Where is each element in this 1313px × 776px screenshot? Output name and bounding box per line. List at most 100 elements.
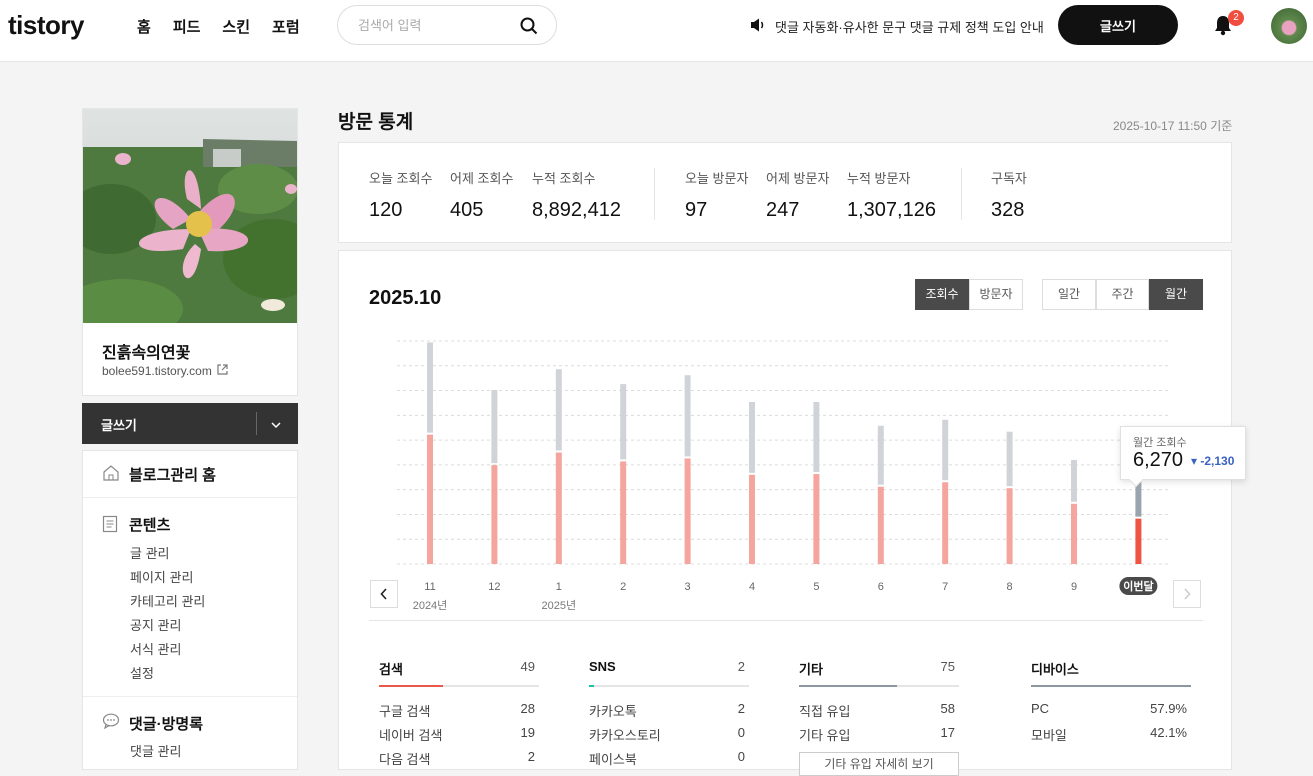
referrer-row-label: 카카오스토리 [589,728,661,743]
referrer-row: 페이스북 0 [589,749,749,769]
referrer-header: 디바이스 [1031,659,1191,683]
referrer-row-label: 직접 유입 [799,704,851,719]
notice-text: 댓글 자동화·유사한 문구 댓글 규제 정책 도입 안내 [775,20,1044,35]
referrer-title: 검색 [379,662,403,677]
stat-value: 120 [369,199,403,221]
chart-bar-visitors [427,434,433,564]
nav-feed[interactable]: 피드 [173,16,201,37]
referrer-count: 49 [520,659,535,674]
external-link-icon [217,364,228,378]
referrer-row-label: 구글 검색 [379,704,431,719]
referrer-row-value: 0 [737,725,745,740]
sidebar-item-settings[interactable]: 설정 [130,663,154,682]
speech-bubble-icon [102,713,120,732]
chart-bar-visitors [1006,488,1013,564]
sidebar-item-category-manage[interactable]: 카테고리 관리 [130,591,205,610]
reference-time: 2025-10-17 11:50 기준 [1113,119,1233,133]
referrer-bar-fill [379,685,443,687]
tooltip-label: 월간 조회수 [1133,437,1187,449]
divider [83,696,297,697]
global-nav: 홈 피드 스킨 포럼 [137,16,300,37]
x-tick-label: 8 [1007,581,1013,593]
blog-url-text: bolee591.tistory.com [102,364,212,378]
notice-banner[interactable]: 댓글 자동화·유사한 문구 댓글 규제 정책 도입 안내 [750,17,1044,36]
stat-label: 어제 방문자 [766,171,830,186]
search-box [337,5,557,45]
home-icon [102,464,120,485]
nav-home[interactable]: 홈 [137,16,151,37]
sidebar-item-blog-home[interactable]: 블로그관리 홈 [129,464,216,485]
x-tick-label: 2 [620,581,626,593]
divider [369,620,1203,621]
referrer-row-label: 네이버 검색 [379,728,443,743]
nav-forum[interactable]: 포럼 [272,16,300,37]
stat-total-views: 누적 조회수 8,892,412 [532,168,621,222]
x-tick-label: 5 [813,581,819,593]
sidebar-item-notice-manage[interactable]: 공지 관리 [130,615,181,634]
chart-prev-button[interactable] [370,580,398,608]
sidebar-write-button[interactable]: 글쓰기 [82,403,298,444]
chart-bar-views [427,342,433,433]
nav-skin[interactable]: 스킨 [222,16,250,37]
stat-subscribers: 구독자 328 [991,168,1027,222]
referrer-row-label: 모바일 [1031,728,1067,743]
chart-bar-views [684,375,691,457]
sidebar-item-post-manage[interactable]: 글 관리 [130,543,170,562]
sidebar-item-template-manage[interactable]: 서식 관리 [130,639,181,658]
referrer-row-value: 2 [527,749,535,764]
blog-profile-image[interactable] [83,109,297,323]
sidebar-item-contents[interactable]: 콘텐츠 [129,514,170,535]
search-icon[interactable] [520,17,538,38]
chevron-left-icon [380,588,387,600]
user-avatar[interactable] [1271,8,1307,44]
referrer-row-label: 기타 유입 [799,728,851,743]
blog-url-link[interactable]: bolee591.tistory.com [102,364,228,378]
blog-profile-card: 진흙속의연꽃 bolee591.tistory.com [82,108,298,396]
blog-name[interactable]: 진흙속의연꽃 [102,339,190,363]
referrer-header: 검색 49 [379,659,539,683]
search-input[interactable] [358,15,518,35]
referrer-title: 기타 [799,662,823,677]
x-tick-label: 6 [878,581,884,593]
referrer-row-value: 0 [737,749,745,764]
referrer-row-value: 58 [940,701,955,716]
referrer-title: 디바이스 [1031,662,1079,677]
speaker-icon [750,18,767,35]
stat-label: 누적 조회수 [532,171,596,186]
chart-bar-views [620,384,627,460]
chart-bar-visitors [491,465,498,564]
stat-total-visitors: 누적 방문자 1,307,126 [847,168,936,222]
sidebar-item-comment-manage[interactable]: 댓글 관리 [130,741,181,760]
divider [961,168,962,220]
stat-yesterday-views: 어제 조회수 405 [450,168,513,222]
sidebar-item-page-manage[interactable]: 페이지 관리 [130,567,193,586]
referrer-row: 모바일 42.1% [1031,725,1191,745]
etc-referrer-detail-button[interactable]: 기타 유입 자세히 보기 [799,752,959,776]
referrer-bar [379,685,539,687]
referrer-row: 네이버 검색 19 [379,725,539,745]
sidebar-item-comments[interactable]: 댓글·방명록 [129,713,203,734]
referrer-title: SNS [589,659,616,674]
write-button[interactable]: 글쓰기 [1058,5,1178,45]
top-header: tistory 홈 피드 스킨 포럼 댓글 자동화·유사한 문구 댓글 규제 정… [0,0,1313,62]
tistory-logo[interactable]: tistory [8,10,84,41]
chart-next-button[interactable] [1173,580,1201,608]
chart-bar-views [491,390,498,464]
x-tick-label: 12 [488,581,500,593]
stat-today-views: 오늘 조회수 120 [369,168,432,222]
chevron-down-icon[interactable] [270,417,282,432]
chart-bar-visitors [1071,503,1077,564]
referrer-row-value: 17 [940,725,955,740]
referrer-row-value: 42.1% [1150,725,1187,740]
chart-bar-visitors [813,474,820,564]
referrer-bar [799,685,959,687]
referrer-row: 기타 유입 17 [799,725,959,745]
stat-value: 1,307,126 [847,199,936,221]
x-year-label: 2025년 [542,599,577,612]
notification-badge: 2 [1228,10,1244,26]
chart-bar-visitors [942,482,949,564]
chart-bar-views [555,369,562,451]
referrer-row: 구글 검색 28 [379,701,539,721]
referrer-row-label: 카카오톡 [589,704,637,719]
page-title: 방문 통계 [338,112,414,133]
